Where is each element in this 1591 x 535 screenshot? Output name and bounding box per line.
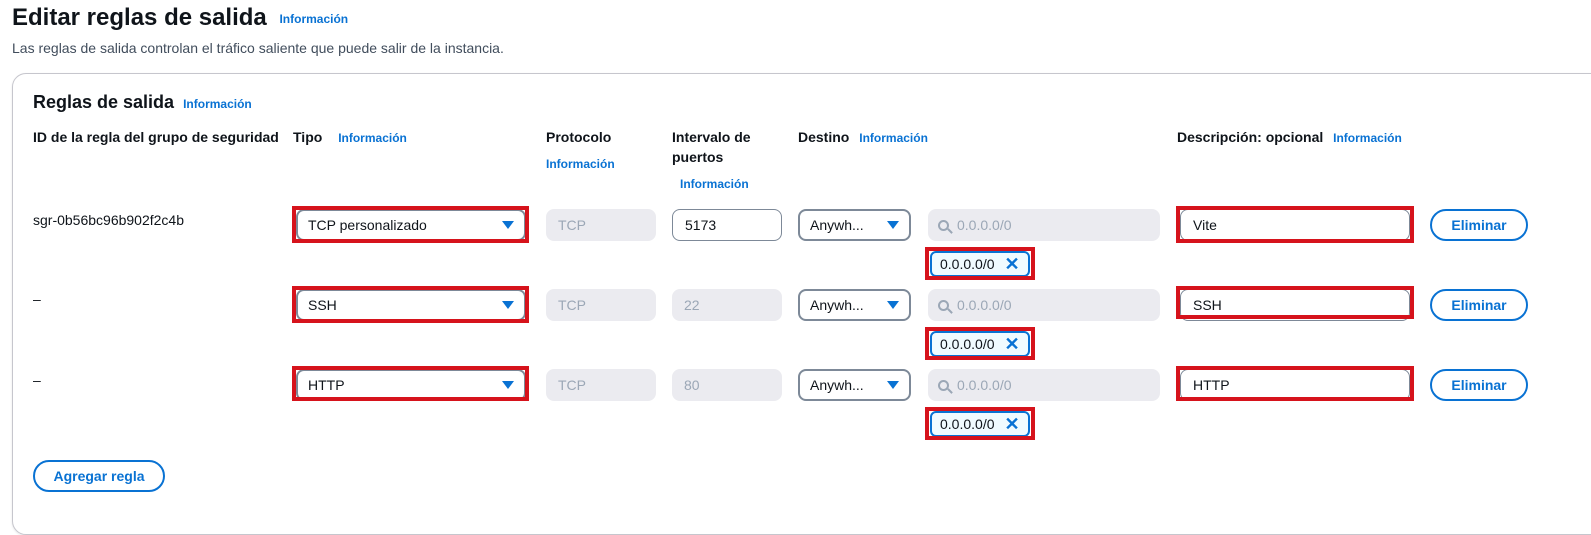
page-info-link[interactable]: Información (279, 12, 348, 26)
destination-select-value: Anywh... (810, 297, 864, 313)
caret-down-icon (502, 221, 514, 229)
destination-select[interactable]: Anywh... (798, 209, 911, 241)
cidr-token: 0.0.0.0/0 ✕ (930, 251, 1030, 277)
description-input[interactable]: SSH (1180, 289, 1410, 321)
rule-id-cell: – (33, 372, 41, 388)
header-protocol-info-link[interactable]: Información (546, 157, 615, 171)
delete-rule-button[interactable]: Eliminar (1430, 369, 1528, 401)
page-subtitle: Las reglas de salida controlan el tráfic… (12, 40, 504, 56)
caret-down-icon (887, 301, 899, 309)
header-type: Tipo Información (293, 127, 407, 148)
type-select-value: TCP personalizado (308, 217, 427, 233)
header-description-label: Descripción: opcional (1177, 129, 1324, 145)
type-select-value: HTTP (308, 377, 345, 393)
cidr-search-input[interactable]: 0.0.0.0/0 (928, 369, 1160, 401)
close-icon[interactable]: ✕ (1005, 415, 1020, 433)
header-protocol: Protocolo (546, 129, 612, 145)
description-input[interactable]: Vite (1180, 209, 1410, 241)
header-description-info-link[interactable]: Información (1333, 131, 1402, 145)
cidr-token-label: 0.0.0.0/0 (940, 416, 995, 432)
caret-down-icon (887, 221, 899, 229)
protocol-field: TCP (546, 369, 656, 401)
type-select[interactable]: HTTP (296, 369, 526, 401)
type-select[interactable]: SSH (296, 289, 526, 321)
cidr-token-label: 0.0.0.0/0 (940, 256, 995, 272)
cidr-search-placeholder: 0.0.0.0/0 (957, 377, 1012, 393)
header-destination-label: Destino (798, 129, 850, 145)
header-destination: Destino Información (798, 127, 928, 148)
header-rule-id: ID de la regla del grupo de seguridad (33, 129, 279, 145)
delete-rule-button[interactable]: Eliminar (1430, 209, 1528, 241)
rule-id-cell: – (33, 291, 41, 307)
header-type-label: Tipo (293, 129, 323, 145)
page-title-text: Editar reglas de salida (12, 4, 267, 31)
destination-select[interactable]: Anywh... (798, 289, 911, 321)
close-icon[interactable]: ✕ (1005, 335, 1020, 353)
header-type-info-link[interactable]: Información (338, 131, 407, 145)
search-icon (938, 299, 949, 311)
add-rule-button[interactable]: Agregar regla (33, 460, 165, 492)
panel-title-text: Reglas de salida (33, 92, 175, 112)
search-icon (938, 379, 949, 391)
destination-select-value: Anywh... (810, 217, 864, 233)
close-icon[interactable]: ✕ (1005, 255, 1020, 273)
cidr-token: 0.0.0.0/0 ✕ (930, 331, 1030, 357)
destination-select[interactable]: Anywh... (798, 369, 911, 401)
port-range-field: 22 (672, 289, 782, 321)
cidr-token-label: 0.0.0.0/0 (940, 336, 995, 352)
delete-rule-button[interactable]: Eliminar (1430, 289, 1528, 321)
rule-id-cell: sgr-0b56bc96b902f2c4b (33, 212, 185, 228)
caret-down-icon (887, 381, 899, 389)
cidr-search-placeholder: 0.0.0.0/0 (957, 297, 1012, 313)
type-select[interactable]: TCP personalizado (296, 209, 526, 241)
search-icon (938, 219, 949, 231)
header-description: Descripción: opcional Información (1177, 127, 1402, 148)
port-range-input[interactable]: 5173 (672, 209, 782, 241)
header-destination-info-link[interactable]: Información (859, 131, 928, 145)
cidr-search-placeholder: 0.0.0.0/0 (957, 217, 1012, 233)
panel-info-link[interactable]: Información (183, 97, 252, 111)
header-port-range-line1: Intervalo de (672, 129, 751, 145)
protocol-field: TCP (546, 209, 656, 241)
panel-title: Reglas de salida Información (33, 92, 252, 113)
description-input[interactable]: HTTP (1180, 369, 1410, 401)
cidr-search-input[interactable]: 0.0.0.0/0 (928, 289, 1160, 321)
page-title: Editar reglas de salida Información (12, 4, 348, 32)
destination-select-value: Anywh... (810, 377, 864, 393)
header-port-range-line2: puertos (672, 149, 724, 165)
protocol-field: TCP (546, 289, 656, 321)
cidr-token: 0.0.0.0/0 ✕ (930, 411, 1030, 437)
cidr-search-input[interactable]: 0.0.0.0/0 (928, 209, 1160, 241)
type-select-value: SSH (308, 297, 337, 313)
caret-down-icon (502, 301, 514, 309)
caret-down-icon (502, 381, 514, 389)
header-port-range-info-link[interactable]: Información (680, 177, 749, 191)
port-range-field: 80 (672, 369, 782, 401)
